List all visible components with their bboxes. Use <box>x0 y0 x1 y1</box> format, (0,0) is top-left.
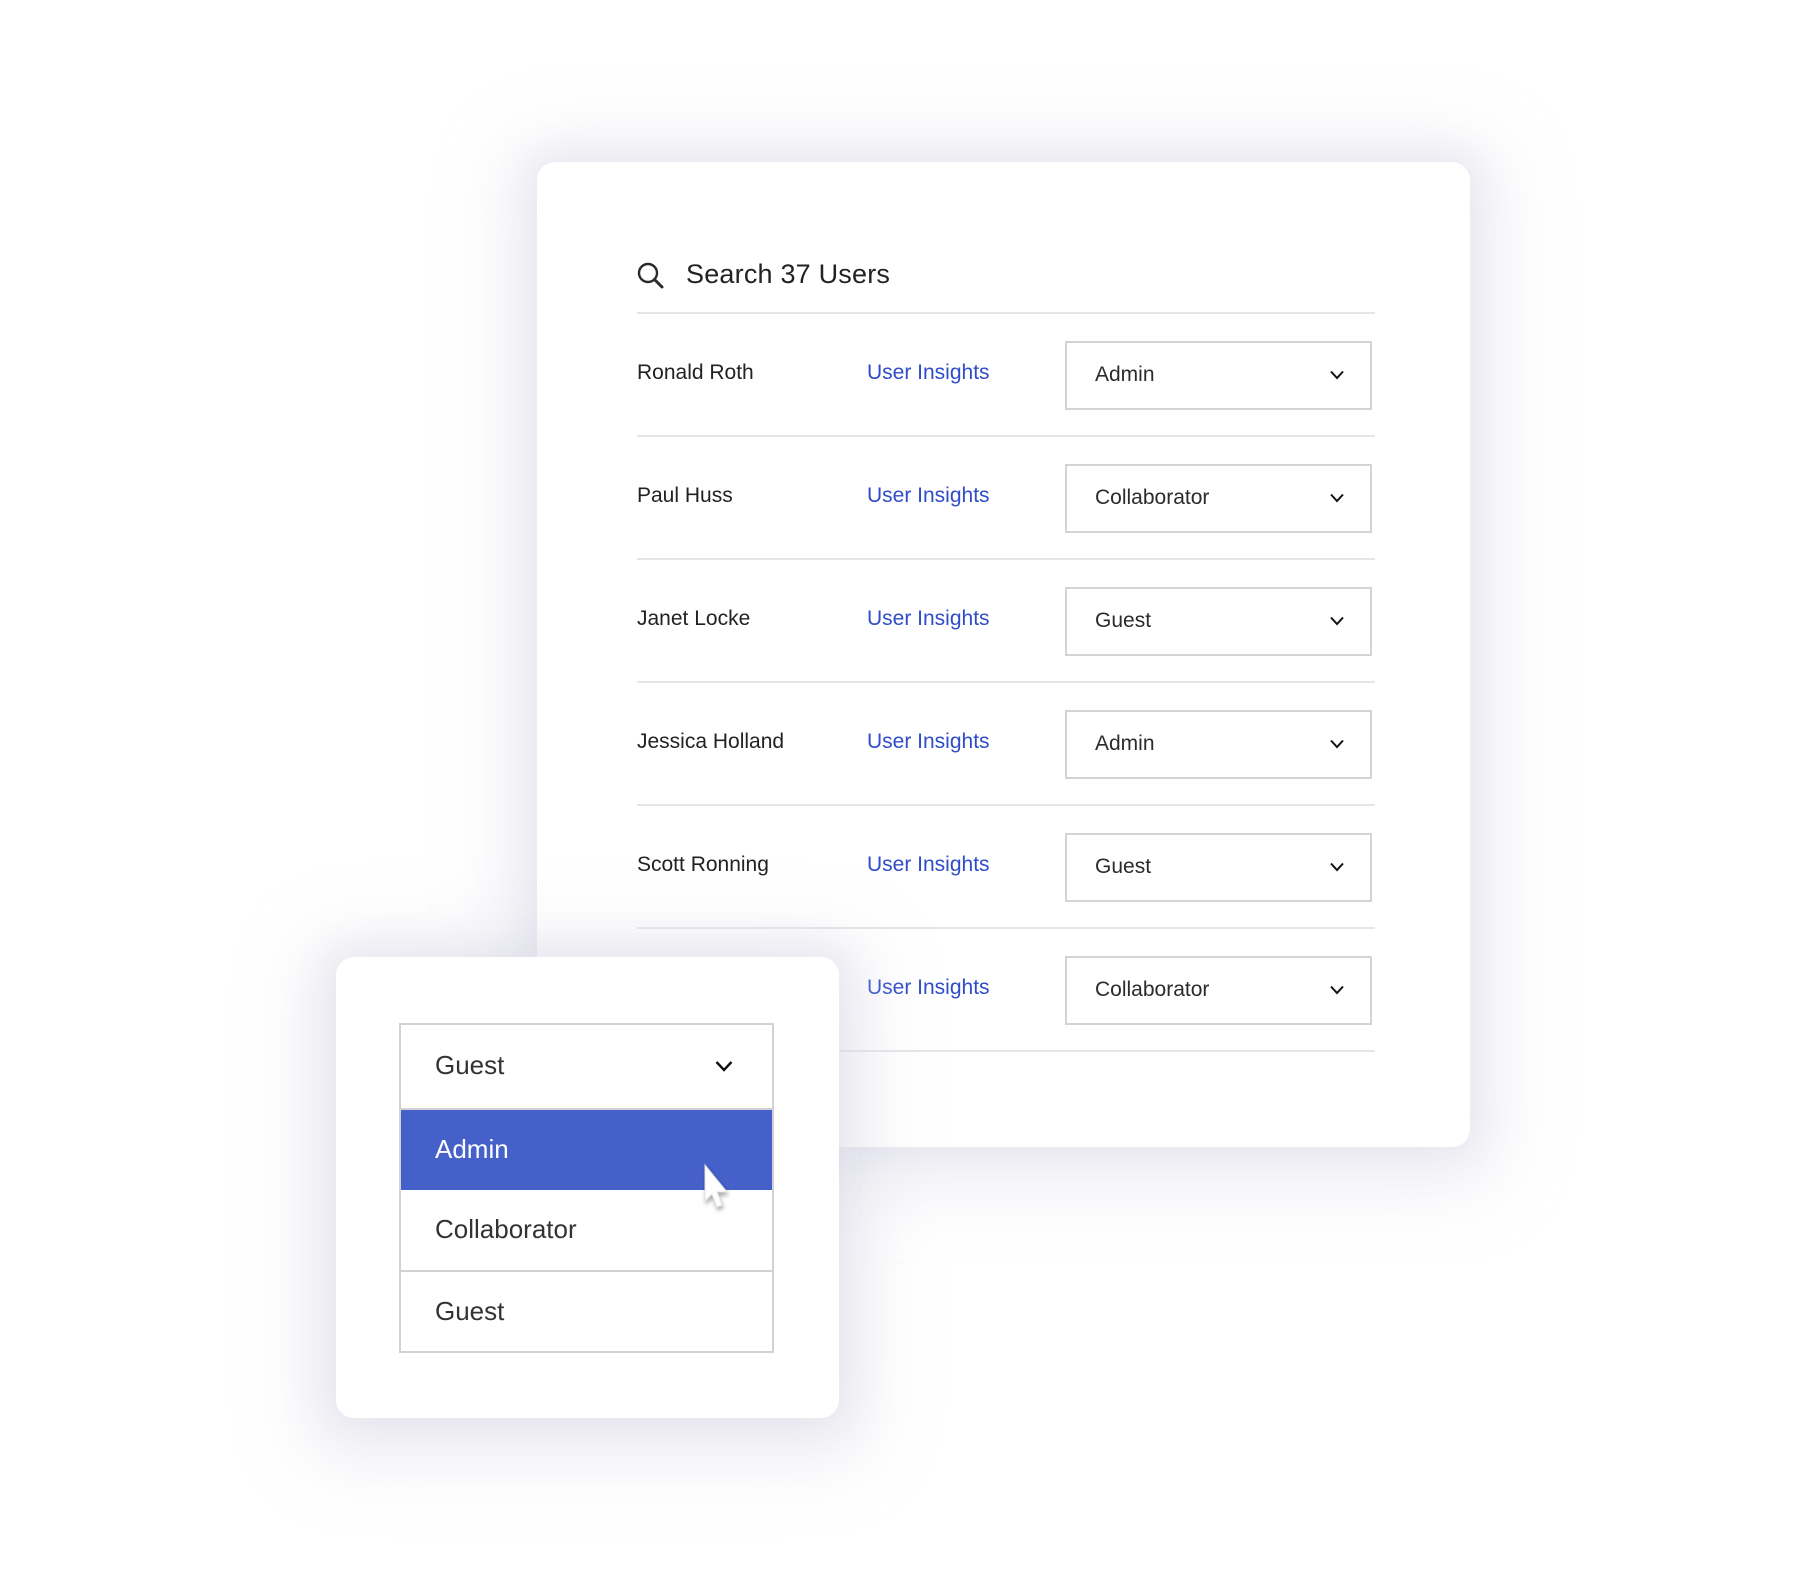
role-select-value: Admin <box>1095 732 1155 755</box>
role-select[interactable]: Collaborator <box>1065 956 1372 1025</box>
user-row: Janet Locke User Insights Guest <box>637 560 1375 683</box>
role-select-value: Guest <box>1095 855 1152 878</box>
user-name: Paul Huss <box>637 484 733 507</box>
user-row: Paul Huss User Insights Collaborator <box>637 437 1375 560</box>
role-dropdown-header[interactable]: Guest <box>401 1025 772 1110</box>
user-insights-link[interactable]: User Insights <box>867 730 990 754</box>
chevron-down-icon <box>1330 739 1344 749</box>
chevron-down-icon <box>1330 616 1344 626</box>
option-label: Admin <box>435 1134 509 1164</box>
role-select[interactable]: Admin <box>1065 341 1372 410</box>
role-select[interactable]: Guest <box>1065 833 1372 902</box>
user-insights-link[interactable]: User Insights <box>867 484 990 508</box>
search-input[interactable]: Search 37 Users <box>686 259 890 290</box>
option-label: Collaborator <box>435 1214 577 1244</box>
role-select[interactable]: Guest <box>1065 587 1372 656</box>
user-insights-link[interactable]: User Insights <box>867 361 990 385</box>
option-label: Guest <box>435 1296 505 1326</box>
user-name: Scott Ronning <box>637 853 769 876</box>
role-select[interactable]: Collaborator <box>1065 464 1372 533</box>
user-row: Scott Ronning User Insights Guest <box>637 806 1375 929</box>
role-select-value: Admin <box>1095 363 1155 386</box>
user-name: Jessica Holland <box>637 730 785 753</box>
user-name: Janet Locke <box>637 607 751 630</box>
chevron-down-icon <box>715 1061 733 1072</box>
user-insights-link[interactable]: User Insights <box>867 853 990 877</box>
user-row: Ronald Roth User Insights Admin <box>637 314 1375 437</box>
role-select-value: Collaborator <box>1095 978 1210 1001</box>
role-select-value: Guest <box>1095 609 1152 632</box>
chevron-down-icon <box>1330 862 1344 872</box>
user-row: Jessica Holland User Insights Admin <box>637 683 1375 806</box>
chevron-down-icon <box>1330 370 1344 380</box>
search-icon <box>637 262 664 289</box>
role-dropdown-card: Guest Admin Collaborator Guest <box>336 957 839 1418</box>
search-bar[interactable]: Search 37 Users <box>637 252 1375 314</box>
chevron-down-icon <box>1330 985 1344 995</box>
dropdown-option-guest[interactable]: Guest <box>401 1270 772 1351</box>
mouse-pointer-icon <box>704 1163 729 1208</box>
user-name: Ronald Roth <box>637 361 754 384</box>
role-select-value: Collaborator <box>1095 486 1210 509</box>
role-select[interactable]: Admin <box>1065 710 1372 779</box>
chevron-down-icon <box>1330 493 1344 503</box>
user-insights-link[interactable]: User Insights <box>867 607 990 631</box>
user-insights-link[interactable]: User Insights <box>867 976 990 1000</box>
role-dropdown-selected: Guest <box>435 1050 505 1080</box>
